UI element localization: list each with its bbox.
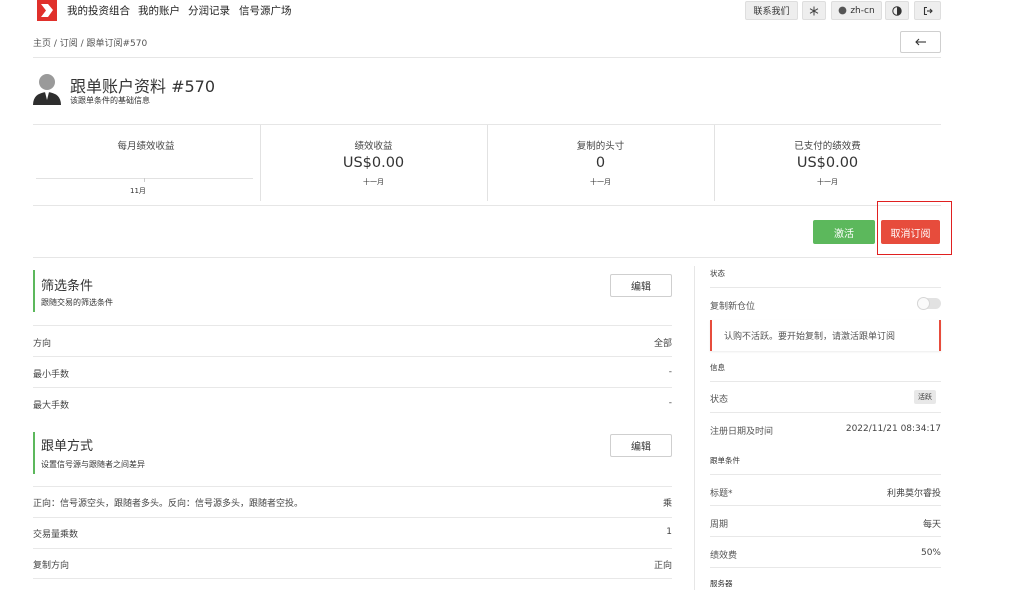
row-divider bbox=[33, 578, 672, 579]
server-heading: 服务器 bbox=[710, 579, 733, 588]
copy-section-title: 跟单方式 bbox=[41, 439, 94, 454]
status-badge: 活跃 bbox=[914, 390, 936, 404]
row-divider bbox=[33, 548, 672, 549]
contact-button-label: 联系我们 bbox=[753, 7, 790, 17]
panel-divider bbox=[694, 266, 695, 590]
nav-portfolio[interactable]: 我的投资组合 bbox=[67, 3, 130, 18]
divider bbox=[33, 257, 941, 258]
stat-label: 已支付的绩效费 bbox=[794, 141, 861, 152]
row-label-volume-multiplier: 交易量乘数 bbox=[33, 530, 79, 540]
title-label: 标题* bbox=[710, 489, 733, 499]
registration-value: 2022/11/21 08:34:17 bbox=[845, 424, 941, 434]
logo[interactable] bbox=[37, 0, 57, 21]
page-title: 跟单账户资料 #570 bbox=[70, 77, 216, 96]
row-value-copy-direction: 正向 bbox=[653, 561, 672, 571]
row-value-direction: 全部 bbox=[653, 339, 672, 349]
top-navbar: 我的投资组合 我的账户 分润记录 信号源广场 联系我们 zh-cn bbox=[0, 0, 1024, 22]
row-label-direction: 方向 bbox=[33, 339, 52, 349]
status-label: 状态 bbox=[710, 395, 729, 405]
row-divider bbox=[33, 325, 672, 326]
inactive-alert: 认购不活跃。要开始复制，请激活跟单订阅 bbox=[710, 320, 941, 351]
stat-monthly-performance: 每月绩效收益 bbox=[33, 125, 259, 201]
row-divider bbox=[33, 356, 672, 357]
row-divider bbox=[33, 486, 672, 487]
row-divider bbox=[33, 517, 672, 518]
registration-label: 注册日期及时间 bbox=[710, 427, 774, 437]
edit-filter-button[interactable]: 编辑 bbox=[610, 274, 672, 297]
stat-performance-profit: 绩效收益 US$0.00 十一月 bbox=[260, 125, 487, 201]
row-divider bbox=[33, 387, 672, 388]
filter-section-desc: 跟随交易的筛选条件 bbox=[41, 298, 113, 307]
toggle-knob bbox=[917, 297, 930, 310]
globe-icon bbox=[838, 6, 847, 15]
page-subtitle: 该跟单条件的基础信息 bbox=[70, 96, 150, 105]
mini-chart-label: 11月 bbox=[130, 187, 146, 195]
title-value: 利弗莫尔睿投 bbox=[886, 489, 941, 499]
status-heading: 状态 bbox=[710, 269, 725, 278]
avatar-icon bbox=[33, 74, 61, 105]
activate-button[interactable]: 激活 bbox=[813, 220, 875, 244]
language-selector[interactable]: zh-cn bbox=[831, 1, 882, 20]
theme-toggle-button[interactable] bbox=[885, 1, 909, 20]
section-accent-bar bbox=[33, 432, 35, 474]
row-label-max-lots: 最大手数 bbox=[33, 401, 70, 411]
row-value-copy-mode: 乘 bbox=[662, 499, 672, 509]
nav-signal-plaza[interactable]: 信号源广场 bbox=[239, 3, 292, 18]
info-heading: 信息 bbox=[710, 363, 725, 372]
row-value-volume-multiplier: 1 bbox=[666, 527, 672, 537]
period-label: 周期 bbox=[710, 520, 729, 530]
language-label: zh-cn bbox=[850, 5, 875, 16]
copy-new-positions-label: 复制新仓位 bbox=[710, 302, 756, 312]
logout-button[interactable] bbox=[914, 1, 941, 20]
row-divider bbox=[710, 474, 941, 475]
nav-profit-records[interactable]: 分润记录 bbox=[188, 3, 230, 18]
row-label-min-lots: 最小手数 bbox=[33, 370, 70, 380]
edit-copy-button[interactable]: 编辑 bbox=[610, 434, 672, 457]
snowflake-icon bbox=[809, 6, 819, 15]
contact-button[interactable]: 联系我们 bbox=[745, 1, 798, 20]
stat-period: 十一月 bbox=[590, 178, 611, 186]
row-divider bbox=[710, 536, 941, 537]
stat-paid-fees: 已支付的绩效费 US$0.00 十一月 bbox=[714, 125, 941, 201]
row-value-max-lots: - bbox=[668, 398, 672, 408]
section-accent-bar bbox=[33, 270, 35, 312]
stat-label: 每月绩效收益 bbox=[117, 141, 175, 152]
back-button[interactable] bbox=[900, 31, 941, 53]
stat-copied-positions: 复制的头寸 0 十一月 bbox=[487, 125, 714, 201]
row-divider bbox=[710, 567, 941, 568]
copy-section-desc: 设置信号源与跟随者之间差异 bbox=[41, 460, 145, 469]
stat-value: US$0.00 bbox=[342, 155, 405, 171]
row-divider bbox=[710, 381, 941, 382]
divider bbox=[33, 205, 941, 206]
row-value-min-lots: - bbox=[668, 367, 672, 377]
copy-new-positions-toggle[interactable] bbox=[917, 297, 941, 310]
stat-period: 十一月 bbox=[817, 178, 838, 186]
fee-label: 绩效费 bbox=[710, 551, 738, 561]
period-value: 每天 bbox=[922, 520, 941, 530]
stat-value: 0 bbox=[595, 155, 606, 171]
logo-mark-icon bbox=[41, 4, 53, 17]
row-label-copy-mode: 正向：信号源空头，跟随者多头。反向：信号源多头，跟随者空投。 bbox=[33, 499, 304, 509]
row-label-copy-direction: 复制方向 bbox=[33, 561, 70, 571]
row-divider bbox=[710, 287, 941, 288]
filter-section-title: 筛选条件 bbox=[41, 279, 94, 294]
contrast-icon bbox=[892, 5, 902, 16]
settings-button[interactable] bbox=[802, 1, 826, 20]
fee-value: 50% bbox=[920, 548, 941, 558]
stat-period: 十一月 bbox=[363, 178, 384, 186]
divider bbox=[33, 57, 941, 58]
arrow-left-icon bbox=[914, 38, 926, 46]
stat-value: US$0.00 bbox=[796, 155, 859, 171]
logout-icon bbox=[923, 6, 933, 15]
row-divider bbox=[710, 412, 941, 413]
stat-label: 绩效收益 bbox=[354, 141, 393, 152]
breadcrumb[interactable]: 主页 / 订阅 / 跟单订阅#570 bbox=[33, 36, 147, 49]
terms-heading: 跟单条件 bbox=[710, 456, 740, 465]
row-divider bbox=[710, 505, 941, 506]
mini-chart-tick bbox=[144, 178, 145, 182]
highlight-box bbox=[877, 201, 952, 255]
stat-label: 复制的头寸 bbox=[576, 141, 625, 152]
nav-account[interactable]: 我的账户 bbox=[138, 3, 180, 18]
